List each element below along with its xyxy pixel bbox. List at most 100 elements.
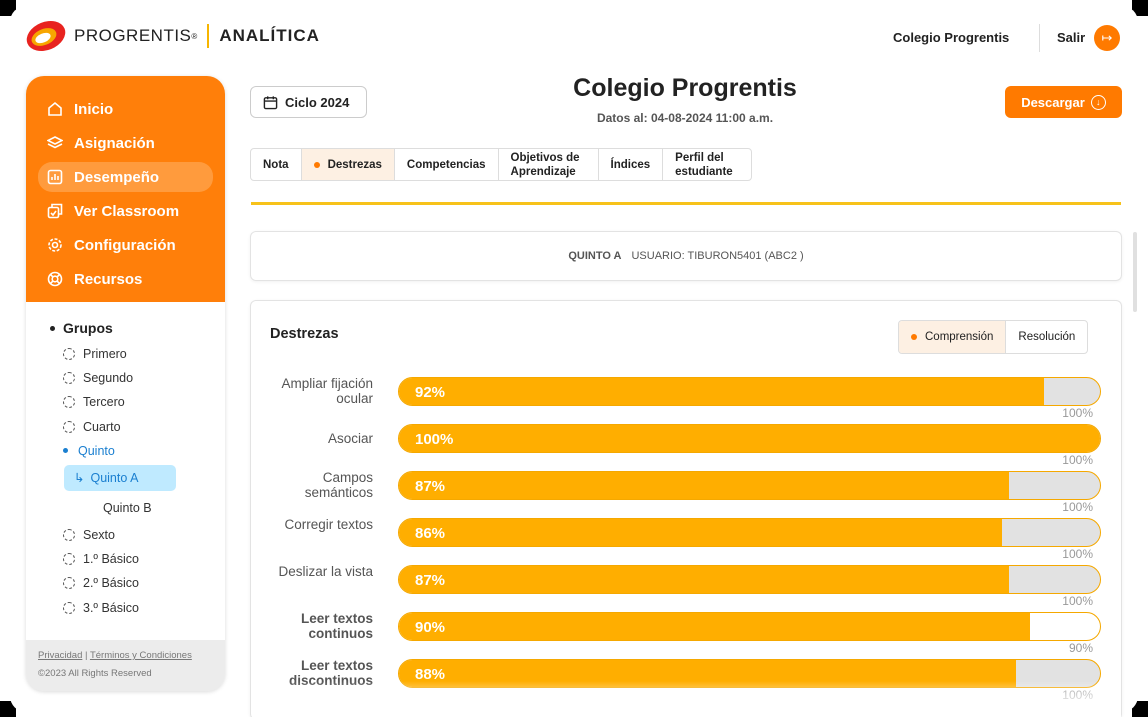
skill-max-label: 100% bbox=[1062, 453, 1093, 467]
tab-label: Índices bbox=[610, 158, 651, 171]
sidebar-item-inicio[interactable]: Inicio bbox=[38, 94, 213, 124]
group-item-cuarto[interactable]: Cuarto bbox=[63, 415, 225, 439]
tab-bar: Nota Destrezas Competencias Objetivos de… bbox=[250, 148, 753, 181]
dashed-circle-icon bbox=[63, 420, 75, 433]
skill-percentage: 100% bbox=[415, 431, 454, 448]
sidebar-item-label: Recursos bbox=[74, 270, 143, 288]
dashed-circle-icon bbox=[63, 601, 75, 614]
sidebar: Inicio Asignación Desempeño Ver Classroo… bbox=[26, 76, 225, 691]
dashed-circle-icon bbox=[63, 396, 75, 409]
group-item-segundo[interactable]: Segundo bbox=[63, 366, 225, 390]
dashed-circle-icon bbox=[63, 372, 75, 385]
skill-bar-fill bbox=[399, 519, 1002, 546]
skill-label: Leer textos continuos bbox=[300, 611, 373, 641]
sidebar-item-label: Ver Classroom bbox=[74, 202, 180, 220]
skill-row: Corregir textos 86% 100% bbox=[251, 517, 1121, 565]
group-label: Segundo bbox=[83, 371, 134, 386]
terms-link[interactable]: Términos y Condiciones bbox=[90, 650, 192, 661]
privacy-link[interactable]: Privacidad bbox=[38, 650, 82, 661]
sidebar-item-recursos[interactable]: Recursos bbox=[38, 264, 213, 294]
skill-percentage: 90% bbox=[415, 619, 446, 636]
tab-destrezas[interactable]: Destrezas bbox=[301, 149, 395, 180]
skill-bar-track: 86% bbox=[398, 518, 1101, 547]
home-icon bbox=[46, 100, 64, 118]
skill-bar-track: 87% bbox=[398, 565, 1101, 594]
skills-title: Destrezas bbox=[270, 326, 339, 342]
active-dot-icon bbox=[911, 334, 917, 340]
subgroup-item-quinto-b[interactable]: Quinto B bbox=[103, 493, 225, 523]
group-item-tercero[interactable]: Tercero bbox=[63, 390, 225, 414]
skill-label: Ampliar fijación ocular bbox=[281, 376, 373, 406]
tab-label: Perfil del estudiante bbox=[675, 151, 733, 178]
skill-max-label: 100% bbox=[1062, 594, 1093, 608]
group-item-2-basico[interactable]: 2.º Básico bbox=[63, 571, 225, 595]
group-item-1-basico[interactable]: 1.º Básico bbox=[63, 547, 225, 571]
skill-percentage: 87% bbox=[415, 478, 446, 495]
toggle-comprension[interactable]: Comprensión bbox=[899, 321, 1007, 353]
tab-perfil-del-estudiante[interactable]: Perfil del estudiante bbox=[663, 149, 751, 180]
group-item-sexto[interactable]: Sexto bbox=[63, 523, 225, 547]
sidebar-item-ver-classroom[interactable]: Ver Classroom bbox=[38, 196, 213, 226]
classroom-icon bbox=[46, 202, 64, 220]
sidebar-item-desempeno[interactable]: Desempeño bbox=[38, 162, 213, 192]
group-item-quinto[interactable]: Quinto bbox=[63, 439, 225, 463]
group-label: Quinto bbox=[78, 443, 115, 458]
tab-competencias[interactable]: Competencias bbox=[395, 149, 499, 180]
skill-max-label: 100% bbox=[1062, 500, 1093, 514]
skill-max-label: 100% bbox=[1062, 547, 1093, 561]
exit-link[interactable]: Salir bbox=[1057, 30, 1085, 45]
skill-bar-fill bbox=[399, 378, 1044, 405]
group-item-primero[interactable]: Primero bbox=[63, 342, 225, 366]
tab-nota[interactable]: Nota bbox=[251, 149, 302, 180]
skill-label: Asociar bbox=[327, 431, 373, 446]
scroll-fade bbox=[252, 681, 1121, 717]
skill-bar-track: 90% bbox=[398, 612, 1101, 641]
brand-reg-mark: ® bbox=[191, 31, 198, 41]
dashed-circle-icon bbox=[63, 553, 75, 566]
subgroup-item-quinto-a[interactable]: ↳ Quinto A bbox=[64, 464, 176, 491]
cycle-selector-button[interactable]: Ciclo 2024 bbox=[250, 86, 367, 118]
toggle-label: Comprensión bbox=[925, 331, 994, 343]
skill-max-label: 90% bbox=[1068, 641, 1093, 655]
data-timestamp: Datos al: 04-08-2024 11:00 a.m. bbox=[596, 111, 774, 125]
group-label: Primero bbox=[83, 347, 127, 362]
gear-icon bbox=[46, 236, 64, 254]
skill-label: Corregir textos bbox=[284, 517, 373, 532]
sidebar-nav: Inicio Asignación Desempeño Ver Classroo… bbox=[26, 76, 225, 302]
tab-label: Objetivos de Aprendizaje bbox=[510, 151, 580, 178]
brand-logo[interactable]: PROGRENTIS ® ANALÍTICA bbox=[24, 18, 320, 54]
sidebar-item-label: Inicio bbox=[74, 100, 114, 118]
subgroup-label: Quinto A bbox=[90, 470, 139, 485]
user-id: USUARIO: TIBURON5401 (ABC2 ) bbox=[631, 250, 804, 262]
skill-label: Deslizar la vista bbox=[278, 564, 373, 579]
brand-name: PROGRENTIS bbox=[74, 26, 192, 45]
tab-indices[interactable]: Índices bbox=[599, 149, 664, 180]
group-item-3-basico[interactable]: 3.º Básico bbox=[63, 596, 225, 620]
logout-icon[interactable]: ↦ bbox=[1094, 25, 1120, 51]
progrentis-logo-icon bbox=[24, 18, 68, 54]
class-name: QUINTO A bbox=[568, 250, 622, 262]
footer-separator: | bbox=[85, 650, 88, 661]
scrollbar[interactable] bbox=[1133, 232, 1137, 312]
toggle-label: Resolución bbox=[1018, 331, 1076, 343]
download-icon: ↓ bbox=[1090, 94, 1106, 110]
tab-objetivos-de-aprendizaje[interactable]: Objetivos de Aprendizaje bbox=[499, 149, 599, 180]
sidebar-item-configuracion[interactable]: Configuración bbox=[38, 230, 213, 260]
group-label: Cuarto bbox=[83, 419, 121, 434]
groups-title-label: Grupos bbox=[63, 320, 113, 336]
skills-card: Destrezas Comprensión Resolución Ampliar… bbox=[250, 300, 1122, 717]
toggle-resolucion[interactable]: Resolución bbox=[1006, 321, 1087, 353]
skill-row: Leer textos continuos 90% 90% bbox=[251, 611, 1121, 659]
sidebar-footer: Privacidad | Términos y Condiciones ©202… bbox=[26, 640, 225, 691]
skill-bar-fill bbox=[399, 613, 1030, 640]
dashed-circle-icon bbox=[63, 529, 75, 542]
student-info-card: QUINTO A USUARIO: TIBURON5401 (ABC2 ) bbox=[250, 231, 1122, 281]
tab-label: Destrezas bbox=[327, 158, 382, 171]
chart-icon bbox=[46, 168, 64, 186]
skill-row: Campos semánticos 87% 100% bbox=[251, 470, 1121, 518]
sidebar-item-asignacion[interactable]: Asignación bbox=[38, 128, 213, 158]
copyright: ©2023 All Rights Reserved bbox=[38, 668, 152, 679]
download-button[interactable]: Descargar ↓ bbox=[1005, 86, 1122, 118]
active-dot-icon bbox=[313, 161, 320, 168]
group-label: 1.º Básico bbox=[83, 552, 139, 567]
